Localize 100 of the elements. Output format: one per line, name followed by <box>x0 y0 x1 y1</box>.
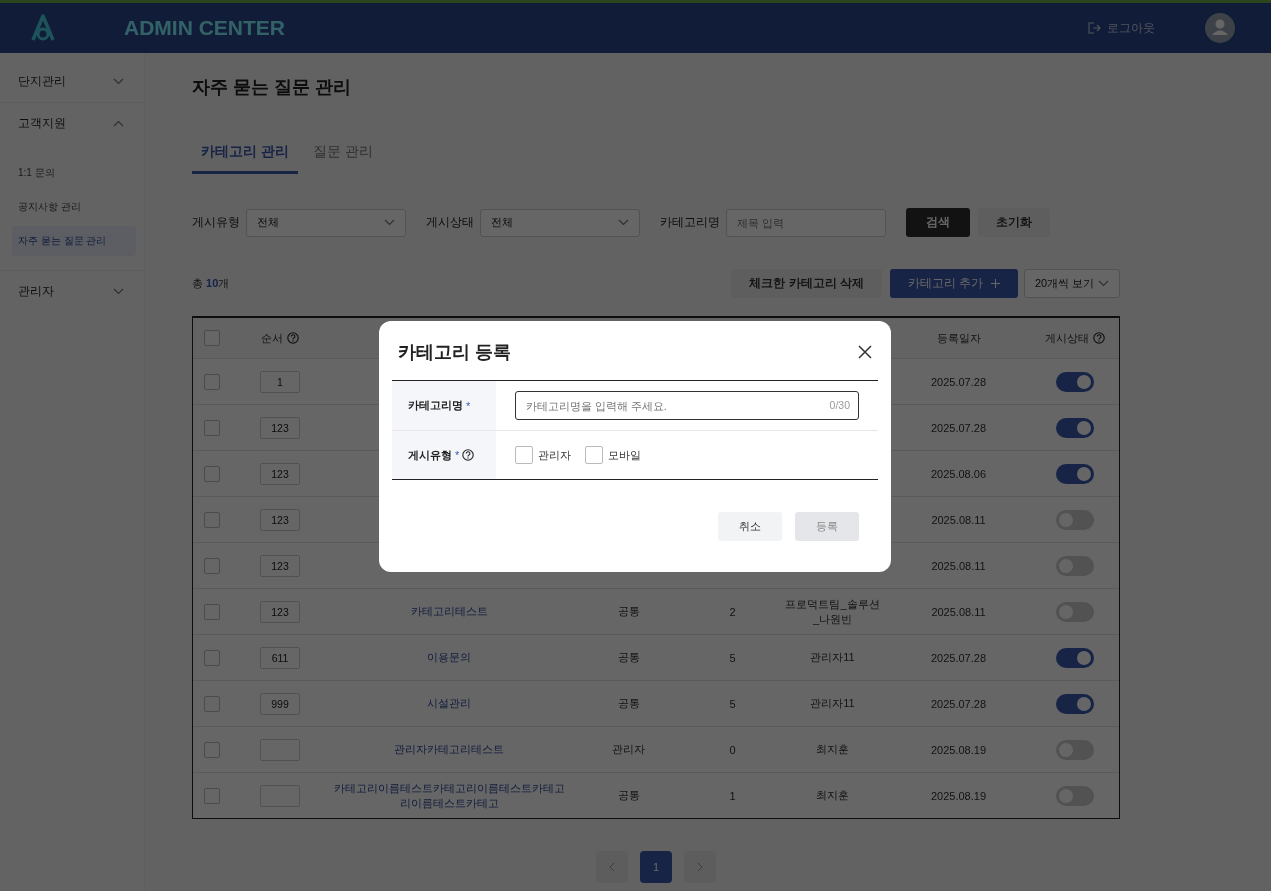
search-button[interactable]: 검색 <box>906 208 970 237</box>
table-cell-text: 2025.08.06 <box>929 467 988 480</box>
chevron-icon <box>113 120 124 127</box>
logo-text: ADMIN CENTER <box>124 16 285 40</box>
table-cell-text: 2025.08.11 <box>930 605 987 618</box>
order-input[interactable]: 123 <box>260 600 300 623</box>
table-cell-text: 2025.07.28 <box>929 697 988 710</box>
toggle-switch[interactable] <box>1056 371 1094 392</box>
character-counter: 0/30 <box>829 399 850 411</box>
chevron-icon <box>1098 280 1109 287</box>
category-link[interactable]: 카테고리테스트 <box>327 604 571 619</box>
checkbox[interactable] <box>204 603 220 620</box>
table-cell-text: 공통 <box>616 696 641 711</box>
chevron-icon <box>618 219 629 226</box>
table-cell-text: 관리자 <box>611 742 646 757</box>
checkbox[interactable] <box>204 741 220 758</box>
table-cell-text: 2025.08.19 <box>929 789 988 802</box>
table-cell-text: 2025.08.11 <box>930 559 987 572</box>
category-link[interactable]: 카테고리이름테스트카테고리이름테스트카테고리이름테스트카테고 <box>327 780 571 811</box>
tab[interactable]: 카테고리 관리 <box>192 143 298 174</box>
help-icon[interactable] <box>462 449 475 461</box>
field-label: 게시유형 <box>408 447 452 463</box>
filter-dropdown[interactable]: 전체 <box>246 208 406 237</box>
logo-icon <box>30 14 56 42</box>
toggle-switch[interactable] <box>1056 417 1094 438</box>
required-mark: * <box>466 399 471 412</box>
table-cell-text: 2025.08.11 <box>930 513 987 526</box>
table-cell-text: 공통 <box>616 604 641 619</box>
add-button[interactable]: 카테고리 추가 <box>889 269 1018 298</box>
table-cell-text: 최지훈 <box>815 742 850 757</box>
chevron-icon <box>113 78 124 85</box>
table-cell-text: 2025.08.19 <box>929 743 988 756</box>
table-cell-text: 공통 <box>616 788 641 803</box>
column-header: 등록일자 <box>936 330 981 346</box>
checkbox-label[interactable]: 모바일 <box>608 447 641 463</box>
chevron-icon <box>384 219 395 226</box>
sidebar-subitem[interactable]: 공지사항 관리 <box>12 192 136 222</box>
delete-button[interactable]: 체크한 카테고리 삭제 <box>731 269 882 298</box>
avatar-icon[interactable] <box>1205 13 1235 43</box>
checkbox-label[interactable]: 관리자 <box>538 447 571 463</box>
table-cell-text: 관리자11 <box>809 650 856 665</box>
filter-label: 게시유형 <box>192 215 240 230</box>
order-input[interactable]: 999 <box>260 692 300 715</box>
order-input[interactable]: 123 <box>260 416 300 439</box>
total-count: 총 10개 <box>192 276 230 291</box>
table-cell-text: 최지훈 <box>815 788 850 803</box>
toggle-switch[interactable] <box>1056 693 1094 714</box>
filter-dropdown[interactable]: 전체 <box>480 208 640 237</box>
checkbox[interactable] <box>204 511 220 528</box>
dialog-title: 카테고리 등록 <box>398 341 511 364</box>
required-mark: * <box>455 449 460 461</box>
column-header: 게시상태 <box>1045 330 1089 346</box>
checkbox[interactable] <box>204 465 220 482</box>
checkbox[interactable] <box>204 330 220 346</box>
category-link[interactable]: 관리자카테고리테스트 <box>327 742 571 757</box>
table-cell-text: 5 <box>728 697 737 710</box>
next-page-button[interactable] <box>684 851 716 883</box>
sidebar-item[interactable]: 고객지원 <box>0 107 144 140</box>
page-title: 자주 묻는 질문 관리 <box>192 76 352 99</box>
sidebar-item[interactable]: 단지관리 <box>0 65 144 98</box>
sidebar-item[interactable]: 관리자 <box>0 275 144 308</box>
toggle-switch[interactable] <box>1056 463 1094 484</box>
order-input[interactable]: 123 <box>260 554 300 577</box>
checkbox[interactable] <box>204 649 220 666</box>
reset-button[interactable]: 초기화 <box>978 208 1050 237</box>
prev-page-button[interactable] <box>596 851 628 883</box>
checkbox[interactable] <box>204 557 220 574</box>
table-cell-text: 1 <box>728 789 737 802</box>
table-cell-text: 관리자11 <box>809 696 856 711</box>
order-input[interactable]: 123 <box>260 462 300 485</box>
order-input[interactable]: 1 <box>260 370 300 393</box>
page-size-dropdown[interactable]: 20개씩 보기 <box>1024 269 1120 298</box>
plus-icon <box>991 279 1000 288</box>
checkbox[interactable] <box>515 446 533 464</box>
checkbox[interactable] <box>204 419 220 436</box>
chevron-left-icon <box>609 862 615 872</box>
checkbox[interactable] <box>204 373 220 390</box>
table-cell-text: 2 <box>728 605 737 618</box>
checkbox[interactable] <box>585 446 603 464</box>
table-cell-text: 2025.07.28 <box>929 375 988 388</box>
category-link[interactable]: 시설관리 <box>327 696 571 711</box>
category-link[interactable]: 이용문의 <box>327 650 571 665</box>
filter-label: 카테고리명 <box>660 215 720 230</box>
close-button[interactable] <box>858 345 872 359</box>
cancel-button[interactable]: 취소 <box>718 512 782 541</box>
chevron-icon <box>113 288 124 295</box>
field-label: 카테고리명 <box>408 398 463 413</box>
logout-icon <box>1088 22 1101 34</box>
table-cell-text: 공통 <box>616 650 641 665</box>
sidebar-subitem[interactable]: 자주 묻는 질문 관리 <box>12 226 136 256</box>
order-input[interactable]: 123 <box>260 508 300 531</box>
table-cell-text: 0 <box>728 743 737 756</box>
checkbox[interactable] <box>204 695 220 712</box>
checkbox[interactable] <box>204 787 220 804</box>
sidebar-subitem[interactable]: 1:1 문의 <box>12 158 136 188</box>
order-input[interactable]: 611 <box>260 646 300 669</box>
page-button[interactable]: 1 <box>640 851 672 883</box>
filter-label: 게시상태 <box>426 215 474 230</box>
column-header: 순서 <box>261 330 283 346</box>
toggle-switch[interactable] <box>1056 647 1094 668</box>
